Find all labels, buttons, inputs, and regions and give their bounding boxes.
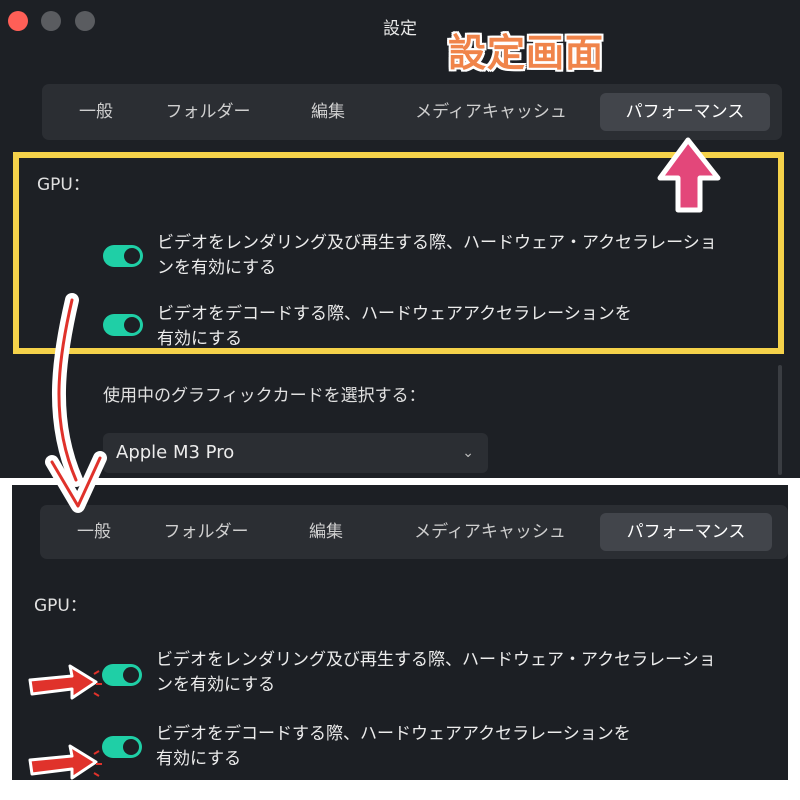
settings-window-top: 設定 一般 フォルダー 編集 メディアキャッシュ パフォーマンス GPU： ビデ… [0,0,800,478]
decode-acceleration-label-line2: 有効にする [156,749,242,769]
tab-general[interactable]: 一般 [48,513,140,551]
decode-acceleration-label-line1: ビデオをデコードする際、ハードウェアアクセラレーションを [156,724,631,744]
tab-editing[interactable]: 編集 [272,513,380,551]
tab-performance[interactable]: パフォーマンス [600,513,772,551]
tab-folders[interactable]: フォルダー [140,513,272,551]
tab-bar-zoomed: 一般 フォルダー 編集 メディアキャッシュ パフォーマンス [40,505,788,559]
graphics-card-value: Apple M3 Pro [116,442,235,463]
tab-performance[interactable]: パフォーマンス [600,93,770,131]
scrollbar[interactable] [778,365,782,475]
tab-media-cache[interactable]: メディアキャッシュ [382,93,600,131]
render-acceleration-label-line1: ビデオをレンダリング及び再生する際、ハードウェア・アクセラレーショ [156,650,716,670]
window-title: 設定 [383,19,417,39]
render-acceleration-toggle[interactable] [102,664,142,686]
chevron-down-icon: ⌄ [462,445,474,461]
tab-media-cache[interactable]: メディアキャッシュ [380,513,600,551]
gpu-section-label: GPU： [34,596,87,616]
overlay-title: 設定画面 [448,31,605,75]
setting-row-render-acceleration: ビデオをレンダリング及び再生する際、ハードウェア・アクセラレーショ ンを有効にす… [102,648,716,698]
tab-general[interactable]: 一般 [50,93,142,131]
graphics-card-label: 使用中のグラフィックカードを選択する： [103,386,426,406]
tab-editing[interactable]: 編集 [274,93,382,131]
decode-acceleration-toggle[interactable] [102,736,142,758]
gpu-highlight-box [13,152,784,354]
graphics-card-select[interactable]: Apple M3 Pro ⌄ [103,433,488,473]
render-acceleration-label-line2: ンを有効にする [156,675,276,695]
tab-bar: 一般 フォルダー 編集 メディアキャッシュ パフォーマンス [42,84,782,140]
setting-row-decode-acceleration: ビデオをデコードする際、ハードウェアアクセラレーションを 有効にする [102,722,631,772]
tab-folders[interactable]: フォルダー [142,93,274,131]
settings-window-bottom: 一般 フォルダー 編集 メディアキャッシュ パフォーマンス GPU： ビデオをレ… [12,485,788,780]
